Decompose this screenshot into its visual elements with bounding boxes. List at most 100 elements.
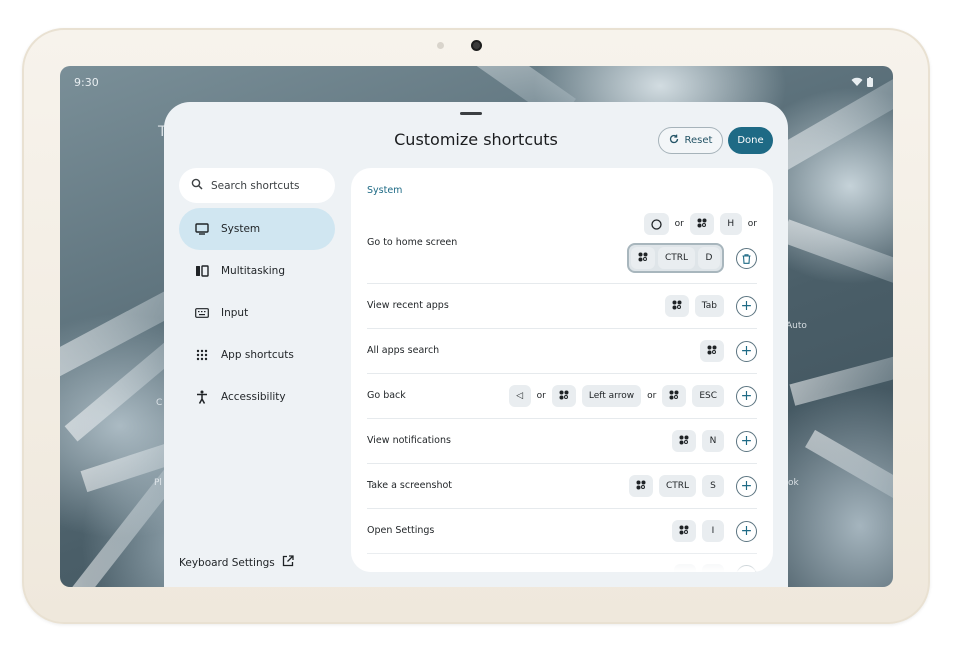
drag-handle[interactable] <box>460 112 482 115</box>
section-title: System <box>367 185 403 196</box>
key-h[interactable]: H <box>719 213 742 235</box>
search-placeholder: Search shortcuts <box>211 179 300 192</box>
search-shortcuts-input[interactable]: Search shortcuts <box>179 168 335 203</box>
meta-key[interactable] <box>672 520 696 542</box>
sidebar-item-label: App shortcuts <box>221 349 294 361</box>
wallpaper-crystal <box>805 429 893 523</box>
wallpaper-crystal <box>780 219 893 297</box>
meta-key[interactable] <box>628 475 653 497</box>
keyboard-settings-label: Keyboard Settings <box>179 556 275 569</box>
key-ctrl[interactable]: CTRL <box>658 475 696 497</box>
or-separator: or <box>747 219 757 229</box>
meta-key <box>630 247 655 269</box>
shortcut-row-go-back: Go back ◁ or Left arrow or ESC + <box>367 374 757 419</box>
keyboard-settings-link[interactable]: Keyboard Settings <box>179 555 294 570</box>
customize-shortcuts-sheet: Customize shortcuts Reset Done Search sh… <box>164 102 788 587</box>
light-sensor <box>437 42 444 49</box>
plus-icon: + <box>740 433 753 449</box>
shortcut-keys-line1: or H or <box>643 213 757 235</box>
add-shortcut-button[interactable]: + <box>736 520 757 542</box>
meta-key[interactable] <box>700 340 724 362</box>
meta-key-icon <box>679 435 689 448</box>
meta-key[interactable] <box>551 385 576 407</box>
monitor-icon <box>195 222 209 236</box>
key-home-circle[interactable] <box>643 213 669 235</box>
meta-key-icon <box>679 525 689 538</box>
key-n[interactable]: N <box>702 430 724 452</box>
sidebar-item-system[interactable]: System <box>179 208 335 250</box>
sidebar-item-label: Accessibility <box>221 391 286 403</box>
meta-key-icon <box>636 480 646 493</box>
add-shortcut-button[interactable]: + <box>736 385 757 407</box>
shortcut-label: All apps search <box>367 345 440 356</box>
sidebar-item-label: Input <box>221 307 249 319</box>
reset-button[interactable]: Reset <box>658 127 723 154</box>
shortcut-label: View notifications <box>367 435 451 446</box>
or-separator: or <box>536 391 546 401</box>
shortcut-keys: Tab + <box>664 295 757 317</box>
shortcut-row-recent-apps: View recent apps Tab + <box>367 284 757 329</box>
status-icons <box>851 77 873 90</box>
shortcut-keys-line2: CTRL D <box>626 243 757 273</box>
background-text: ok <box>788 478 799 488</box>
plus-icon: + <box>740 523 753 539</box>
shortcut-label: Go to home screen <box>367 237 458 248</box>
key-tab[interactable]: Tab <box>694 295 724 317</box>
shortcut-label: View recent apps <box>367 300 449 311</box>
shortcut-row-take-screenshot: Take a screenshot CTRL S + <box>367 464 757 509</box>
shortcuts-panel: System Go to home screen or H or CTRL D <box>351 168 773 572</box>
shortcut-keys: I + <box>672 520 757 542</box>
shortcut-keys: CTRL S + <box>628 475 757 497</box>
shortcut-row-home-screen: Go to home screen or H or CTRL D <box>367 210 757 284</box>
plus-icon: + <box>740 388 753 404</box>
background-text: C <box>156 398 163 408</box>
shortcut-row-open-settings: Open Settings I + <box>367 509 757 554</box>
search-icon <box>191 178 203 193</box>
shortcut-label: Take a screenshot <box>367 480 453 491</box>
meta-key-icon <box>672 300 682 313</box>
key-i[interactable]: I <box>702 520 724 542</box>
refresh-icon <box>669 134 679 147</box>
background-text: Pl <box>154 478 162 488</box>
meta-key-icon <box>707 345 717 358</box>
shortcut-keys: + <box>700 340 757 362</box>
add-shortcut-button[interactable]: + <box>736 340 757 362</box>
add-shortcut-button[interactable]: + <box>736 430 757 452</box>
open-external-icon <box>282 555 294 570</box>
sidebar-item-accessibility[interactable]: Accessibility <box>179 376 335 418</box>
meta-key-icon <box>638 252 648 265</box>
key-esc[interactable]: ESC <box>692 385 724 407</box>
shortcut-label: Go back <box>367 390 406 401</box>
or-separator: or <box>647 391 657 401</box>
status-time: 9:30 <box>74 76 99 89</box>
background-text: Auto <box>786 321 807 331</box>
meta-key-icon <box>697 218 707 231</box>
grid-dots-icon <box>195 348 209 362</box>
key-left-arrow[interactable]: Left arrow <box>581 385 642 407</box>
plus-icon: + <box>740 478 753 494</box>
battery-icon <box>867 77 873 90</box>
shortcut-row-all-apps-search: All apps search + <box>367 329 757 374</box>
done-button[interactable]: Done <box>728 127 773 154</box>
selected-shortcut-combo[interactable]: CTRL D <box>626 243 724 273</box>
meta-key[interactable] <box>662 385 687 407</box>
sidebar-item-input[interactable]: Input <box>179 292 335 334</box>
add-shortcut-button[interactable]: + <box>736 475 757 497</box>
meta-key[interactable] <box>664 295 689 317</box>
meta-key-icon <box>669 390 679 403</box>
add-shortcut-button[interactable]: + <box>736 295 757 317</box>
delete-shortcut-button[interactable] <box>736 247 757 269</box>
sidebar-item-multitasking[interactable]: Multitasking <box>179 250 335 292</box>
key-back-triangle[interactable]: ◁ <box>508 385 531 407</box>
plus-icon: + <box>740 343 753 359</box>
keyboard-icon <box>195 306 209 320</box>
sidebar-item-app-shortcuts[interactable]: App shortcuts <box>179 334 335 376</box>
meta-key[interactable] <box>672 430 696 452</box>
shortcut-row-view-notifications: View notifications N + <box>367 419 757 464</box>
key-ctrl: CTRL <box>657 247 695 269</box>
shortcut-keys: N + <box>672 430 757 452</box>
key-s[interactable]: S <box>702 475 724 497</box>
meta-key[interactable] <box>689 213 714 235</box>
or-separator: or <box>674 219 684 229</box>
reset-label: Reset <box>684 135 713 146</box>
